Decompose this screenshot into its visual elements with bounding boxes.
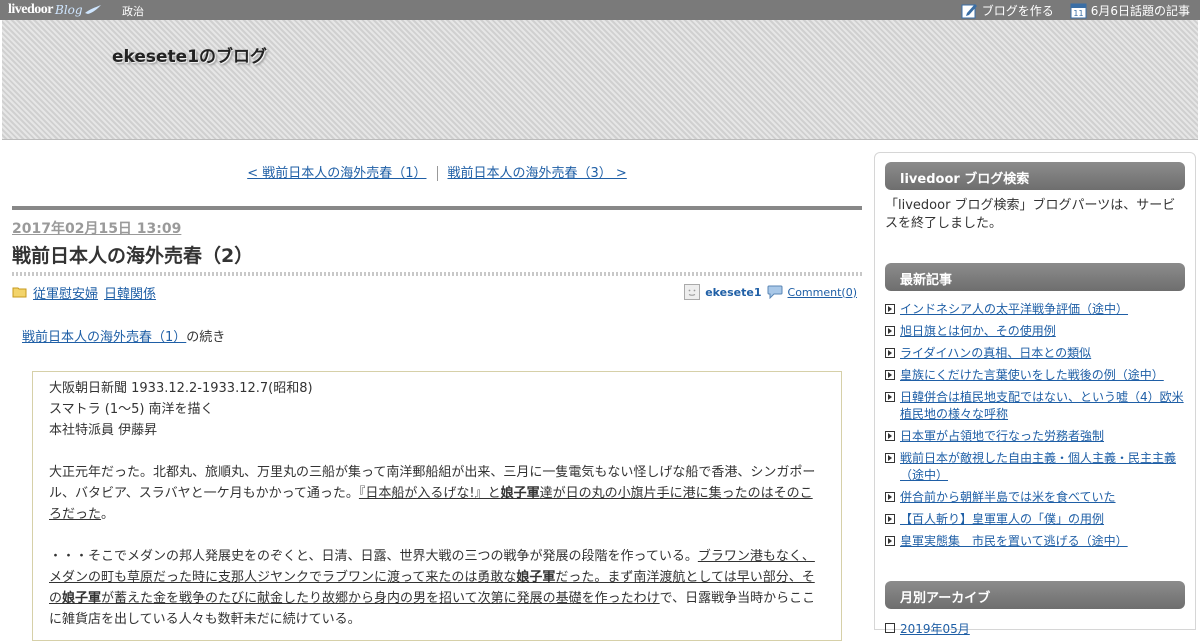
archive-item: 2019年05月 xyxy=(885,620,970,637)
arrow-bullet-icon xyxy=(885,431,895,441)
category-link[interactable]: 政治 xyxy=(122,3,144,19)
list-item: 日本軍が占領地で行なった労務者強制 xyxy=(885,428,1187,445)
post-meta: ekesete1 Comment(0) xyxy=(684,283,857,301)
quote-line: 大阪朝日新聞 1933.12.2-1933.12.7(昭和8) xyxy=(49,381,313,396)
arrow-bullet-icon xyxy=(885,304,895,314)
arrow-bullet-icon xyxy=(885,453,895,463)
bird-icon xyxy=(84,5,101,14)
calendar-day: 11 xyxy=(1073,9,1083,18)
arrow-bullet-icon xyxy=(885,536,895,546)
category-link-1[interactable]: 日韓関係 xyxy=(104,283,156,302)
topics-link[interactable]: 11 6月6日話題の記事 xyxy=(1070,2,1190,19)
pencil-icon xyxy=(961,3,977,18)
quoted-article: 大阪朝日新聞 1933.12.2-1933.12.7(昭和8) スマトラ (1〜… xyxy=(32,371,842,641)
list-item: 日韓併合は植民地支配ではない、という嘘（4）欧米植民地の様々な呼称 xyxy=(885,389,1187,423)
logo-text: livedoor xyxy=(8,2,54,17)
recent-posts-list: インドネシア人の太平洋戦争評価（途中） 旭日旗とは何か、その使用例 ライダイハン… xyxy=(885,301,1187,555)
arrow-bullet-icon xyxy=(885,623,895,633)
arrow-bullet-icon xyxy=(885,392,895,402)
comments-link[interactable]: Comment(0) xyxy=(788,286,857,299)
continued-from: 戦前日本人の海外売春（1）の続き xyxy=(22,326,225,345)
post-pager: < 戦前日本人の海外売春（1） 戦前日本人の海外売春（3） > xyxy=(12,162,862,181)
list-item: インドネシア人の太平洋戦争評価（途中） xyxy=(885,301,1187,318)
sidebar: livedoor ブログ検索 「livedoor ブログ検索」ブログパーツは、サ… xyxy=(874,152,1196,636)
list-item: 皇族にくだけた言葉使いをした戦後の例（途中） xyxy=(885,367,1187,384)
post-top-rule xyxy=(12,206,862,210)
create-blog-link[interactable]: ブログを作る xyxy=(961,2,1054,19)
pager-divider xyxy=(436,166,438,181)
arrow-bullet-icon xyxy=(885,348,895,358)
next-post-link[interactable]: 戦前日本人の海外売春（3） > xyxy=(448,166,627,181)
recent-post-link[interactable]: 戦前日本が敵視した自由主義・個人主義・民主主義（途中） xyxy=(900,450,1187,484)
logo-sub: Blog xyxy=(55,3,83,17)
recent-post-link[interactable]: 併合前から朝鮮半島では米を食べていた xyxy=(900,489,1116,506)
title-divider xyxy=(12,272,862,276)
recent-post-link[interactable]: 皇族にくだけた言葉使いをした戦後の例（途中） xyxy=(900,367,1164,384)
topics-label: 6月6日話題の記事 xyxy=(1090,3,1190,18)
author-link[interactable]: ekesete1 xyxy=(705,286,761,299)
blog-title[interactable]: ekesete1のブログ xyxy=(112,42,267,67)
folder-icon xyxy=(12,287,27,298)
list-item: 皇軍実態集 市民を置いて逃げる（途中） xyxy=(885,533,1187,550)
recent-post-link[interactable]: 旭日旗とは何か、その使用例 xyxy=(900,323,1056,340)
quote-line: 本社特派員 伊藤昇 xyxy=(49,423,158,438)
top-right-links: ブログを作る 11 6月6日話題の記事 xyxy=(961,0,1190,20)
recent-post-link[interactable]: 日本軍が占領地で行なった労務者強制 xyxy=(900,428,1104,445)
list-item: 併合前から朝鮮半島では米を食べていた xyxy=(885,489,1187,506)
continued-suffix: の続き xyxy=(186,330,226,345)
quote-line: スマトラ (1〜5) 南洋を描く xyxy=(49,402,214,417)
recent-post-link[interactable]: 皇軍実態集 市民を置いて逃げる（途中） xyxy=(900,533,1128,550)
recent-post-link[interactable]: ライダイハンの真相、日本との類似 xyxy=(900,345,1091,362)
arrow-bullet-icon xyxy=(885,492,895,502)
post-categories: 従軍慰安婦 日韓関係 xyxy=(12,283,156,302)
avatar[interactable] xyxy=(684,284,701,300)
prev-post-link[interactable]: < 戦前日本人の海外売春（1） xyxy=(247,166,426,181)
main-column: < 戦前日本人の海外売春（1） 戦前日本人の海外売春（3） > 2017年02月1… xyxy=(12,150,862,641)
arrow-bullet-icon xyxy=(885,514,895,524)
list-item: 【百人斬り】皇軍軍人の「僕」の用例 xyxy=(885,511,1187,528)
blog-header: ekesete1のブログ xyxy=(2,20,1198,140)
search-widget-title: livedoor ブログ検索 xyxy=(885,162,1185,190)
arrow-bullet-icon xyxy=(885,326,895,336)
quote-paragraph: 大正元年だった。北都丸、旅順丸、万里丸の三船が集って南洋郵船組が出来、三月に一隻… xyxy=(49,465,816,522)
archive-widget-title: 月別アーカイブ xyxy=(885,581,1185,609)
post-date[interactable]: 2017年02月15日 13:09 xyxy=(12,218,181,238)
comment-icon xyxy=(767,285,783,299)
recent-post-link[interactable]: 【百人斬り】皇軍軍人の「僕」の用例 xyxy=(900,511,1104,528)
category-link-0[interactable]: 従軍慰安婦 xyxy=(33,283,98,302)
quote-paragraph: ・・・そこでメダンの邦人発展史をのぞくと、日清、日露、世界大戦の三つの戦争が発展… xyxy=(49,549,816,627)
list-item: 旭日旗とは何か、その使用例 xyxy=(885,323,1187,340)
arrow-bullet-icon xyxy=(885,370,895,380)
top-bar: livedoor Blog 政治 ブログを作る 11 6月6日話題の記事 xyxy=(0,0,1200,20)
recent-post-link[interactable]: 日韓併合は植民地支配ではない、という嘘（4）欧米植民地の様々な呼称 xyxy=(900,389,1187,423)
list-item: 戦前日本が敵視した自由主義・個人主義・民主主義（途中） xyxy=(885,450,1187,484)
calendar-icon: 11 xyxy=(1070,3,1087,18)
create-blog-label: ブログを作る xyxy=(981,3,1054,18)
archive-link[interactable]: 2019年05月 xyxy=(900,620,970,637)
list-item: ライダイハンの真相、日本との類似 xyxy=(885,345,1187,362)
recent-post-link[interactable]: インドネシア人の太平洋戦争評価（途中） xyxy=(900,301,1128,318)
continued-link[interactable]: 戦前日本人の海外売春（1） xyxy=(22,330,186,345)
recent-widget-title: 最新記事 xyxy=(885,263,1185,291)
post-title: 戦前日本人の海外売春（2） xyxy=(12,245,254,267)
livedoor-blog-logo[interactable]: livedoor Blog xyxy=(8,1,102,19)
search-widget-body: 「livedoor ブログ検索」ブログパーツは、サービスを終了しました。 xyxy=(885,198,1176,231)
